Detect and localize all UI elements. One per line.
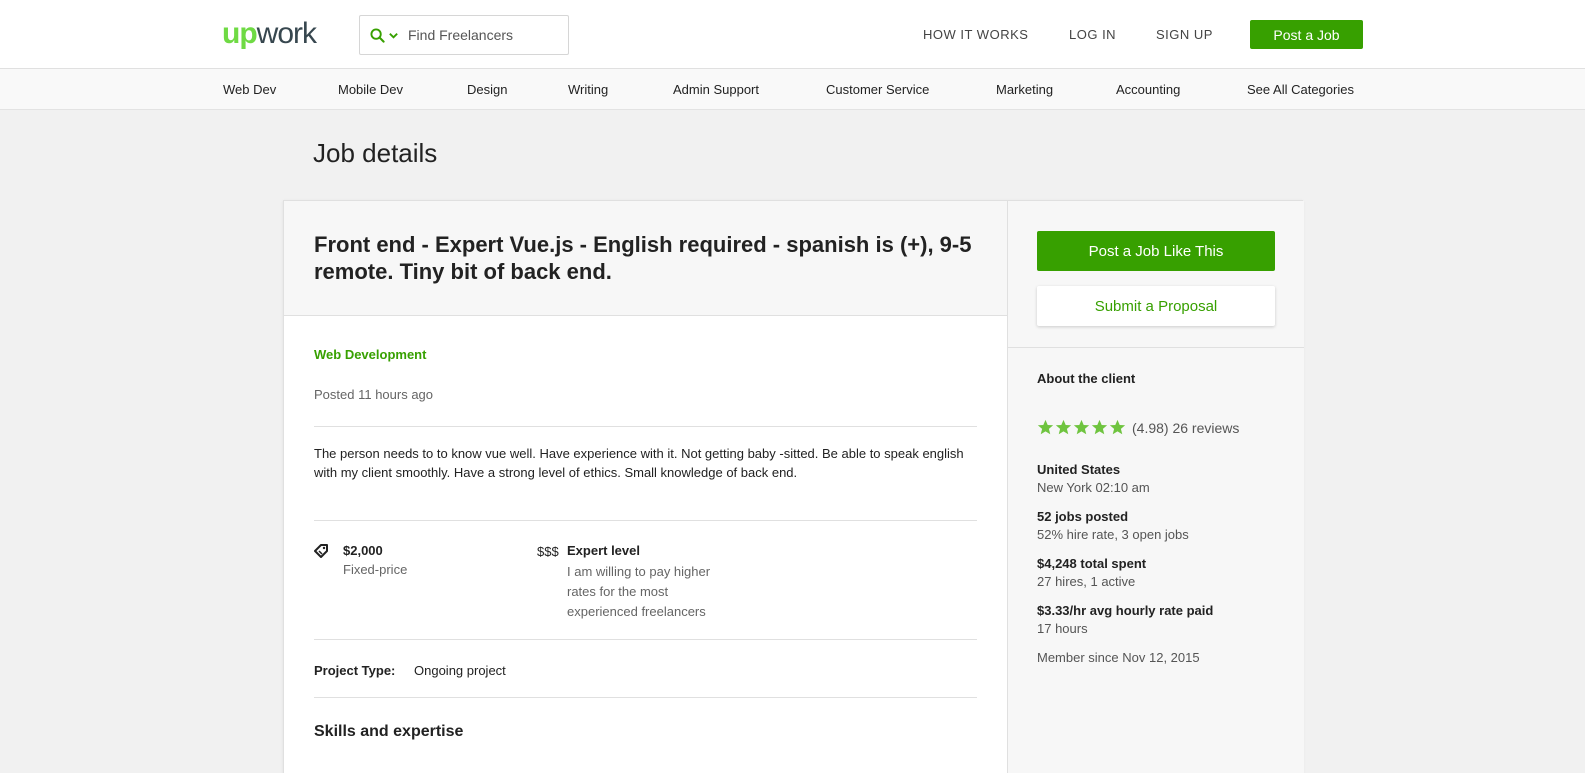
job-title-header: Front end - Expert Vue.js - English requ…	[284, 201, 1007, 316]
client-total-spent: $4,248 total spent	[1037, 556, 1147, 571]
client-member-since: Member since Nov 12, 2015	[1037, 650, 1200, 665]
category-customer-service[interactable]: Customer Service	[826, 82, 929, 97]
category-writing[interactable]: Writing	[568, 82, 608, 97]
category-admin-support[interactable]: Admin Support	[673, 82, 759, 97]
project-type-label: Project Type:	[314, 663, 396, 678]
action-buttons: Post a Job Like This Submit a Proposal	[1008, 201, 1304, 348]
rating-text: (4.98) 26 reviews	[1132, 419, 1240, 436]
chevron-down-icon[interactable]	[388, 29, 400, 41]
client-rating: (4.98) 26 reviews	[1037, 419, 1239, 436]
category-design[interactable]: Design	[467, 82, 507, 97]
job-category-link[interactable]: Web Development	[314, 347, 426, 362]
client-sidebar: Post a Job Like This Submit a Proposal A…	[1007, 201, 1304, 773]
posted-time: Posted 11 hours ago	[314, 387, 434, 402]
logo-work: work	[256, 17, 317, 50]
submit-proposal-button[interactable]: Submit a Proposal	[1037, 286, 1275, 326]
experience-level-icon: $$$	[537, 544, 559, 559]
project-type-value: Ongoing project	[414, 663, 506, 678]
page-title: Job details	[313, 138, 438, 168]
divider	[314, 639, 977, 640]
experience-level-description: I am willing to pay higher rates for the…	[567, 564, 711, 619]
category-accounting[interactable]: Accounting	[1116, 82, 1180, 97]
logo-up: up	[222, 17, 258, 50]
client-hire-rate: 52% hire rate, 3 open jobs	[1037, 527, 1189, 542]
price-tag-icon	[314, 544, 328, 558]
star-icon	[1055, 419, 1072, 436]
job-title: Front end - Expert Vue.js - English requ…	[314, 232, 972, 284]
divider	[314, 520, 977, 521]
category-see-all[interactable]: See All Categories	[1247, 82, 1354, 97]
post-a-job-button[interactable]: Post a Job	[1250, 20, 1363, 49]
skills-heading: Skills and expertise	[314, 723, 464, 740]
category-mobile-dev[interactable]: Mobile Dev	[338, 82, 403, 97]
about-client-heading: About the client	[1037, 371, 1136, 386]
job-details-card: Front end - Expert Vue.js - English requ…	[283, 200, 1304, 773]
star-icon	[1037, 419, 1054, 436]
nav-how-it-works[interactable]: HOW IT WORKS	[923, 27, 1028, 42]
client-local-time: New York 02:10 am	[1037, 480, 1150, 495]
top-navbar: up work Find Freelancers HOW IT WORKS LOG…	[0, 0, 1585, 69]
category-bar: Web Dev Mobile Dev Design Writing Admin …	[0, 69, 1585, 110]
upwork-logo[interactable]: up work	[222, 17, 317, 50]
search-box[interactable]: Find Freelancers	[359, 15, 569, 55]
search-input[interactable]: Find Freelancers	[408, 27, 513, 43]
category-web-dev[interactable]: Web Dev	[223, 82, 276, 97]
nav-sign-up[interactable]: SIGN UP	[1156, 27, 1213, 42]
client-avg-rate: $3.33/hr avg hourly rate paid	[1037, 603, 1213, 618]
job-description: The person needs to to know vue well. Ha…	[314, 446, 964, 480]
client-jobs-posted: 52 jobs posted	[1037, 509, 1129, 524]
avg-rate-unit: /hr	[1069, 603, 1087, 618]
client-country: United States	[1037, 462, 1121, 477]
price-type: Fixed-price	[343, 562, 408, 577]
star-icon	[1073, 419, 1090, 436]
avg-rate-label: avg hourly rate paid	[1089, 603, 1214, 618]
category-marketing[interactable]: Marketing	[996, 82, 1053, 97]
star-icon	[1109, 419, 1126, 436]
divider	[314, 697, 977, 698]
job-price: $2,000	[343, 543, 383, 558]
client-hours: 17 hours	[1037, 621, 1088, 636]
avg-rate-amount: $3.33	[1037, 603, 1070, 618]
search-icon[interactable]	[370, 27, 386, 43]
post-job-like-this-button[interactable]: Post a Job Like This	[1037, 231, 1275, 271]
nav-log-in[interactable]: LOG IN	[1069, 27, 1116, 42]
client-hires: 27 hires, 1 active	[1037, 574, 1136, 589]
star-icon	[1091, 419, 1108, 436]
experience-level: Expert level	[567, 543, 640, 558]
divider	[314, 426, 977, 427]
